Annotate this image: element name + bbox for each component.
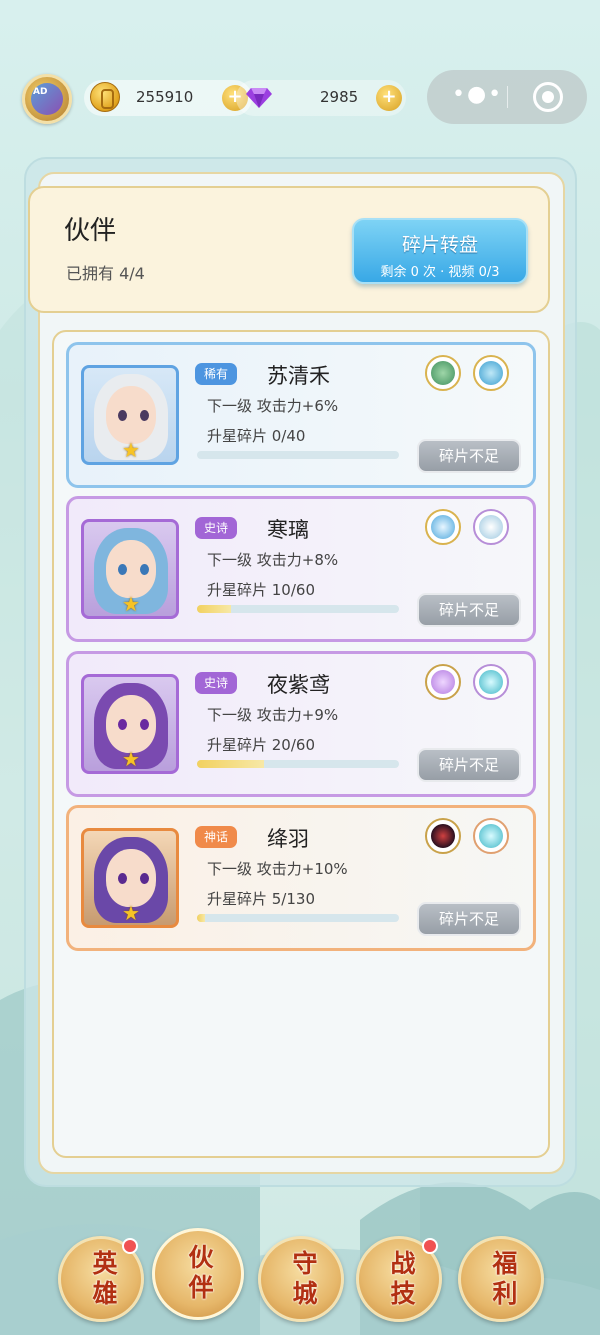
portrait-eye [140,564,149,575]
portrait-eye [118,564,127,575]
partner-portrait: ★ [81,674,179,774]
nav-heroes-label: 英雄 [92,1249,118,1308]
partner-card[interactable]: ★ 史诗 夜紫鸢 下一级 攻击力+9% 升星碎片 20/60 碎片不足 [66,651,536,797]
shard-wheel-label: 碎片转盘 [401,234,478,256]
notification-dot [422,1238,438,1254]
star-icon: ★ [122,438,140,462]
shard-progress-text: 升星碎片 20/60 [207,736,315,754]
shard-progress-bar [197,914,399,922]
dark-sun-skill-icon[interactable] [425,818,461,854]
gem-value: 2985 [320,88,359,106]
portrait-eye [118,873,127,884]
close-target-icon[interactable] [533,82,563,112]
shard-wheel-button[interactable]: 碎片转盘 剩余 0 次 · 视频 0/3 [352,218,528,284]
frost-orb-skill-icon[interactable] [473,509,509,545]
notification-dot [122,1238,138,1254]
star-icon: ★ [122,747,140,771]
progress-fill [197,605,231,613]
portrait-eye [140,719,149,730]
progress-fill [197,760,265,768]
partner-name: 寒璃 [267,518,309,542]
upgrade-button[interactable]: 碎片不足 [417,593,521,627]
upgrade-button[interactable]: 碎片不足 [417,902,521,936]
shard-progress-text: 升星碎片 10/60 [207,581,315,599]
ice-skill-icon[interactable] [425,509,461,545]
upgrade-button[interactable]: 碎片不足 [417,439,521,473]
rarity-badge: 神话 [195,826,238,848]
partner-portrait: ★ [81,828,179,928]
next-level-bonus: 下一级 攻击力+10% [207,860,348,878]
more-menu-icon[interactable]: •●• [452,84,503,106]
nav-welfare-label: 福利 [492,1249,518,1308]
nav-defense-label: 守城 [292,1249,318,1308]
shard-wheel-remaining: 剩余 0 次 · 视频 0/3 [380,265,500,280]
page-title: 伙伴 [64,216,117,246]
lightning-skill-icon[interactable] [473,355,509,391]
poison-cloud-skill-icon[interactable] [425,664,461,700]
partner-portrait: ★ [81,519,179,619]
rarity-badge: 史诗 [195,517,238,539]
portrait-eye [140,873,149,884]
slash-skill-icon[interactable] [473,818,509,854]
gem-icon [246,88,272,108]
shard-progress-text: 升星碎片 5/130 [207,890,315,908]
shard-progress-bar [197,605,399,613]
top-bar: AD 255910 + 2985 + •●• [22,70,587,124]
next-level-bonus: 下一级 攻击力+6% [207,397,339,415]
wind-skill-icon[interactable] [425,355,461,391]
slash-skill-icon[interactable] [473,664,509,700]
portrait-eye [140,410,149,421]
upgrade-button[interactable]: 碎片不足 [417,748,521,782]
avatar-text: AD [33,87,48,97]
partner-name: 绛羽 [267,827,309,851]
shard-progress-bar [197,760,399,768]
nav-skills-label: 战技 [390,1249,416,1308]
next-level-bonus: 下一级 攻击力+8% [207,551,339,569]
add-gem-button[interactable]: + [376,85,402,111]
gem-counter: 2985 + [236,80,406,116]
progress-fill [197,914,205,922]
shard-progress-text: 升星碎片 0/40 [207,427,306,445]
gold-value: 255910 [136,88,194,106]
star-icon: ★ [122,901,140,925]
gold-counter: 255910 + [84,80,252,116]
nav-welfare[interactable]: 福利 [458,1236,544,1322]
partner-card[interactable]: ★ 史诗 寒璃 下一级 攻击力+8% 升星碎片 10/60 碎片不足 [66,496,536,642]
partner-name: 夜紫鸢 [267,673,330,697]
shard-progress-bar [197,451,399,459]
owned-count: 已拥有 4/4 [66,264,145,283]
portrait-eye [118,719,127,730]
gold-coin-icon [90,82,120,112]
player-avatar[interactable]: AD [22,74,72,124]
nav-partners[interactable]: 伙伴 [152,1228,244,1320]
partner-name: 苏清禾 [267,364,330,388]
partner-header: 伙伴 已拥有 4/4 碎片转盘 剩余 0 次 · 视频 0/3 [28,186,550,313]
star-icon: ★ [122,592,140,616]
partner-card[interactable]: ★ 稀有 苏清禾 下一级 攻击力+6% 升星碎片 0/40 碎片不足 [66,342,536,488]
rarity-badge: 史诗 [195,672,238,694]
partner-portrait: ★ [81,365,179,465]
nav-defense[interactable]: 守城 [258,1236,344,1322]
mini-program-capsule: •●• [427,70,587,124]
capsule-divider [507,86,508,108]
next-level-bonus: 下一级 攻击力+9% [207,706,339,724]
nav-partners-label: 伙伴 [188,1243,214,1302]
portrait-eye [118,410,127,421]
partner-card[interactable]: ★ 神话 绛羽 下一级 攻击力+10% 升星碎片 5/130 碎片不足 [66,805,536,951]
rarity-badge: 稀有 [195,363,238,385]
